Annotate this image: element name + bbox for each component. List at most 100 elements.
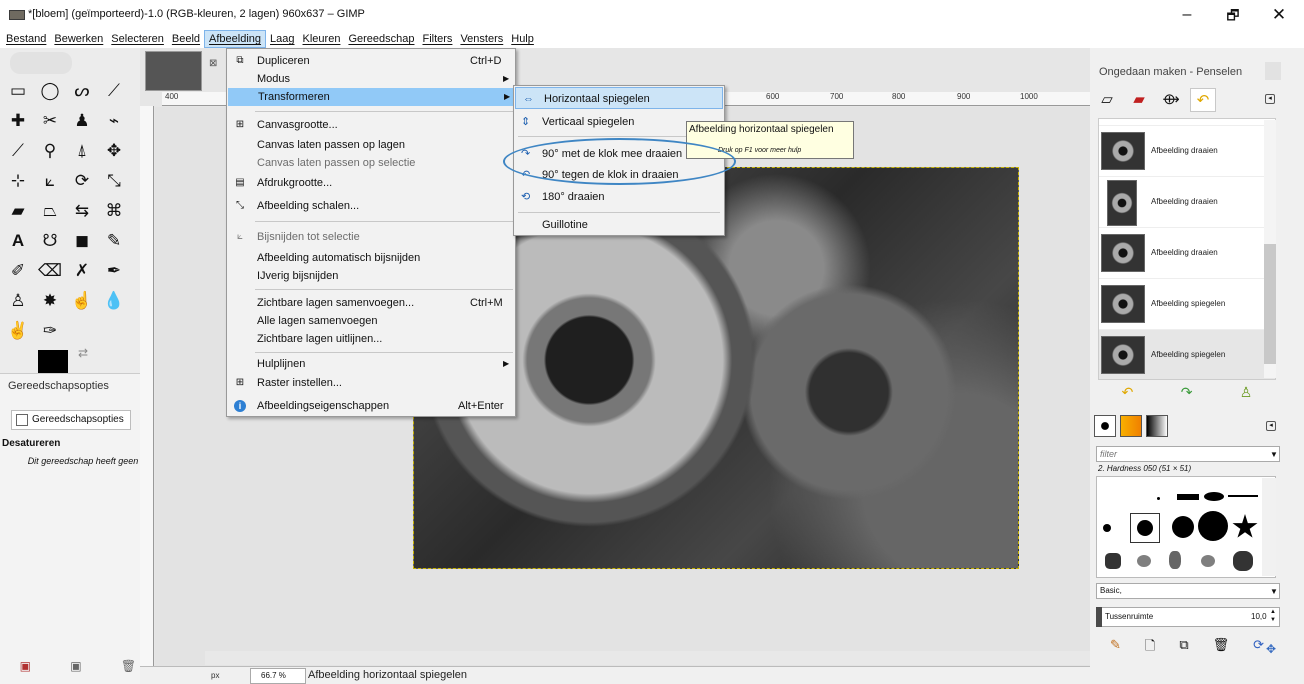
spinner-arrows-icon[interactable]: ▲ ▼	[1270, 608, 1276, 624]
cage-tool-icon[interactable]: ⌘	[102, 200, 126, 222]
brush-item[interactable]	[1204, 492, 1224, 501]
image-tab-thumbnail[interactable]	[145, 51, 202, 91]
menu-item-uitlijnen[interactable]: Zichtbare lagen uitlijnen...	[227, 330, 515, 348]
clear-history-icon[interactable]: ♙	[1240, 384, 1253, 401]
menu-beeld[interactable]: Beeld	[168, 30, 204, 48]
text-tool-icon[interactable]: A	[6, 230, 30, 252]
flip-tool-icon[interactable]: ⇆	[70, 200, 94, 222]
rotate-tool-icon[interactable]: ⟳	[70, 170, 94, 192]
brush-item[interactable]	[1137, 555, 1151, 567]
scissors-tool-icon[interactable]: ✂	[38, 110, 62, 132]
spacing-value[interactable]: 10,0	[1251, 612, 1267, 621]
menu-gereedschap[interactable]: Gereedschap	[344, 30, 418, 48]
clone-tool-icon[interactable]: ♙	[6, 290, 30, 312]
color-select-tool-icon[interactable]: ✚	[6, 110, 30, 132]
menu-item-guillotine[interactable]: Guillotine	[514, 214, 724, 236]
tab-brushes-icon[interactable]	[1094, 415, 1116, 437]
menu-item-canvas-layers[interactable]: Canvas laten passen op lagen	[227, 136, 515, 154]
list-item[interactable]: Afbeelding spiegelen	[1099, 279, 1275, 330]
menu-laag[interactable]: Laag	[266, 30, 298, 48]
dock-close-button[interactable]	[1265, 62, 1281, 80]
brush-item[interactable]	[1169, 551, 1181, 569]
move-tool-icon[interactable]: ✥	[102, 140, 126, 162]
menu-item-alle-samenvoegen[interactable]: Alle lagen samenvoegen	[227, 312, 515, 330]
list-item[interactable]	[1099, 119, 1275, 126]
rect-select-tool-icon[interactable]: ▭	[6, 80, 30, 102]
brush-item[interactable]	[1177, 494, 1199, 500]
menu-item-canvas-selection[interactable]: Canvas laten passen op selectie	[227, 154, 515, 172]
brush-item[interactable]	[1233, 551, 1253, 571]
paths-tool-icon[interactable]: ⌁	[102, 110, 126, 132]
zoom-tool-icon[interactable]: ⚲	[38, 140, 62, 162]
menu-kleuren[interactable]: Kleuren	[299, 30, 345, 48]
eraser-tool-icon[interactable]: ⌫	[38, 260, 62, 282]
undo-scrollbar-thumb[interactable]	[1264, 244, 1276, 364]
airbrush-tool-icon[interactable]: ✗	[70, 260, 94, 282]
redo-icon[interactable]: ↷	[1181, 384, 1193, 401]
chevron-down-icon[interactable]: ▼	[1270, 450, 1278, 459]
menu-selecteren[interactable]: Selecteren	[107, 30, 168, 48]
brush-item[interactable]	[1157, 497, 1160, 500]
brush-item[interactable]	[1228, 495, 1258, 497]
unit-selector[interactable]: px	[211, 671, 219, 680]
menu-item-afdrukgrootte[interactable]: ▤ Afdrukgrootte...	[227, 174, 515, 192]
selected-brush[interactable]	[1130, 513, 1160, 543]
brush-item[interactable]	[1201, 555, 1215, 567]
menu-item-horizontaal-spiegelen[interactable]: ⇔ Horizontaal spiegelen	[515, 87, 723, 109]
align-tool-icon[interactable]: ⊹	[6, 170, 30, 192]
menu-item-raster[interactable]: ⊞ Raster instellen...	[227, 374, 515, 392]
delete-options-icon[interactable]: 🗑	[121, 659, 136, 673]
undo-icon[interactable]: ↶	[1122, 384, 1134, 401]
tab-channels-icon[interactable]: ▰	[1126, 88, 1152, 112]
tab-tool-options[interactable]: Gereedschapsopties	[11, 410, 131, 430]
horizontal-scrollbar[interactable]	[205, 651, 1090, 665]
perspective-tool-icon[interactable]: ⏢	[38, 200, 62, 222]
move-grip-icon[interactable]: ✥	[1266, 642, 1276, 656]
free-select-tool-icon[interactable]: ᔕ	[70, 80, 94, 102]
brush-item[interactable]	[1232, 514, 1258, 538]
chevron-down-icon[interactable]: ▼	[1270, 587, 1278, 596]
color-picker-tool-icon[interactable]: ⟋	[6, 140, 30, 162]
foreground-select-tool-icon[interactable]: ♟	[70, 110, 94, 132]
ink-tool-icon[interactable]: ✒	[102, 260, 126, 282]
menu-item-canvasgrootte[interactable]: ⊞ Canvasgrootte...	[227, 116, 515, 134]
close-button[interactable]: ✕	[1262, 4, 1296, 26]
heal-tool-icon[interactable]: ☋	[38, 230, 62, 252]
maximize-button[interactable]: 🗗	[1216, 4, 1250, 26]
menu-item-schalen[interactable]: ⤡ Afbeelding schalen...	[227, 197, 515, 215]
minimize-button[interactable]: –	[1170, 4, 1204, 26]
fuzzy-select-tool-icon[interactable]: ⟋	[102, 80, 126, 102]
brush-item[interactable]	[1198, 511, 1228, 541]
menu-item-bijsnijden-selectie[interactable]: ⟀ Bijsnijden tot selectie	[227, 228, 515, 246]
menu-bestand[interactable]: Bestand	[2, 30, 50, 48]
list-item[interactable]: Afbeelding draaien	[1099, 228, 1275, 279]
menu-item-dupliceren[interactable]: ⧉ Dupliceren Ctrl+D	[227, 52, 515, 70]
tab-undo-icon[interactable]: ↶	[1190, 88, 1216, 112]
brush-preset-selector[interactable]: Basic,	[1096, 583, 1280, 599]
tab-gradients-icon[interactable]	[1146, 415, 1168, 437]
image-tab-close-icon[interactable]: ⊠	[209, 58, 217, 69]
tab-patterns-icon[interactable]	[1120, 415, 1142, 437]
duplicate-brush-icon[interactable]: ⧉	[1179, 637, 1188, 659]
menu-item-ijverig-bijsnijden[interactable]: IJverig bijsnijden	[227, 267, 515, 285]
blur-tool-icon[interactable]: 💧	[102, 290, 126, 312]
menu-filters[interactable]: Filters	[418, 30, 456, 48]
menu-hulp[interactable]: Hulp	[507, 30, 538, 48]
swap-colors-icon[interactable]: ⇄	[78, 346, 88, 360]
brush-scrollbar[interactable]	[1262, 478, 1276, 576]
list-item[interactable]: Afbeelding draaien	[1099, 126, 1275, 177]
desaturate-tool-icon[interactable]: ✑	[38, 320, 62, 342]
brush-item[interactable]	[1172, 516, 1194, 538]
new-brush-icon[interactable]: 🗋	[1145, 637, 1155, 659]
dock-menu-icon[interactable]: ◂	[1266, 421, 1276, 431]
brush-item[interactable]	[1103, 524, 1111, 532]
delete-brush-icon[interactable]: 🗑	[1213, 637, 1230, 659]
smudge-tool-icon[interactable]: ☝	[70, 290, 94, 312]
brush-filter-input[interactable]	[1096, 446, 1280, 462]
tab-layers-icon[interactable]: ▱	[1094, 88, 1120, 112]
menu-item-transformeren[interactable]: Transformeren ▶	[228, 88, 514, 106]
menu-item-auto-bijsnijden[interactable]: Afbeelding automatisch bijsnijden	[227, 249, 515, 267]
edit-brush-icon[interactable]: ✎	[1110, 637, 1121, 659]
restore-options-icon[interactable]: ▣	[70, 659, 81, 673]
dock-menu-icon[interactable]: ◂	[1265, 94, 1275, 104]
